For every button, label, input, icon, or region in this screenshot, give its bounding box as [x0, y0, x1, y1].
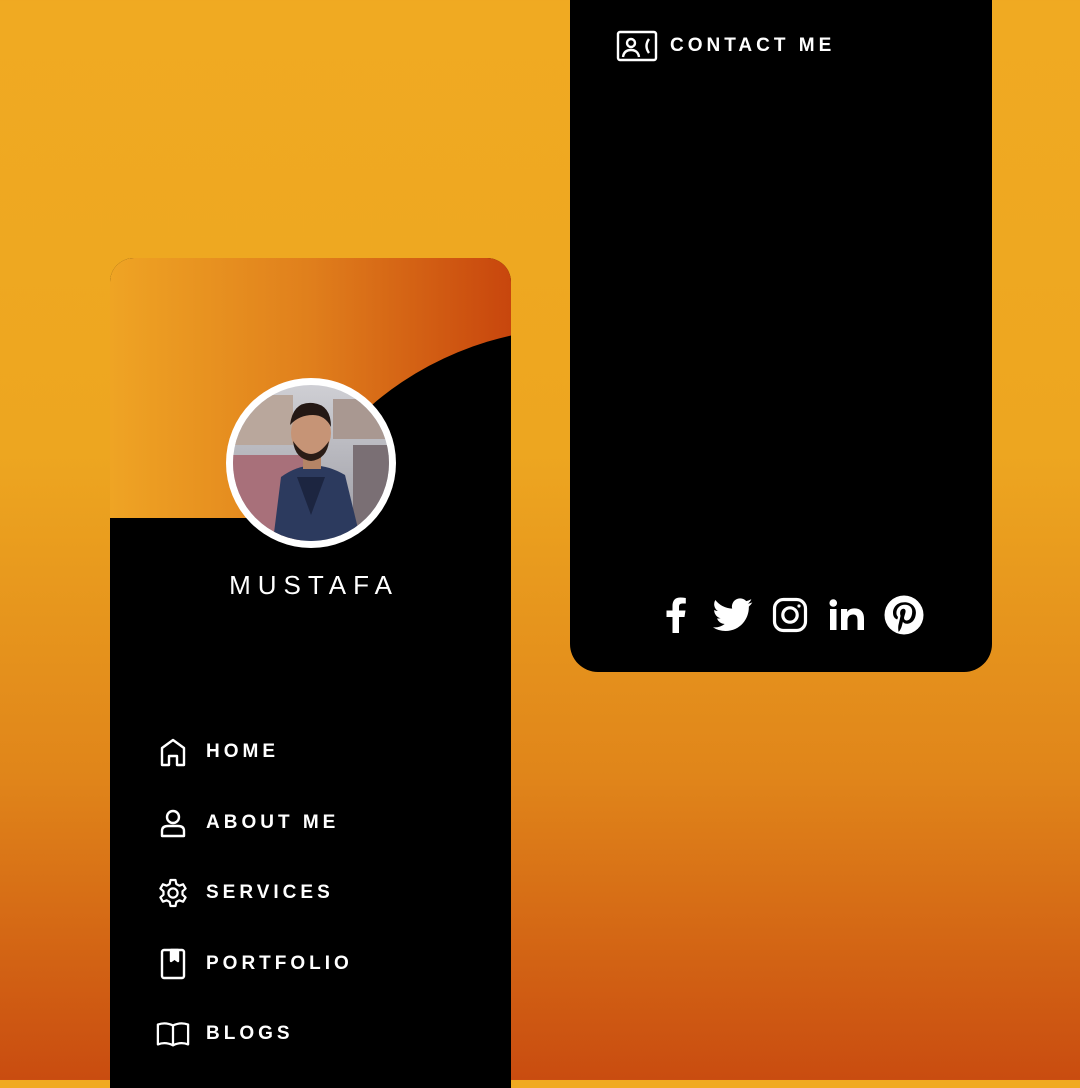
- book-icon: [156, 1017, 190, 1051]
- nav-label-contact-me: CONTACT ME: [670, 35, 836, 56]
- nav-label-blogs: BLOGS: [206, 1023, 294, 1044]
- avatar-photo: [233, 385, 389, 541]
- nav-item-contact-me[interactable]: CONTACT ME: [616, 28, 835, 64]
- linkedin-icon[interactable]: [827, 595, 867, 635]
- nav-item-blogs[interactable]: BLOGS: [156, 1016, 353, 1052]
- nav-label-services: SERVICES: [206, 882, 334, 903]
- nav-item-portfolio[interactable]: PORTFOLIO: [156, 946, 353, 982]
- nav-label-about-me: ABOUT ME: [206, 811, 340, 833]
- user-icon: [156, 806, 190, 840]
- contact-card-icon: [616, 28, 658, 64]
- nav-label-portfolio: PORTFOLIO: [206, 952, 353, 974]
- profile-name: MUSTAFA: [229, 570, 399, 600]
- nav-item-about-me[interactable]: ABOUT ME: [156, 805, 353, 841]
- gear-icon: [156, 876, 190, 910]
- nav-label-home: HOME: [206, 741, 279, 762]
- profile-nav-card: MUSTAFA HOME ABOUT ME SERVICES PORTFOLIO…: [110, 258, 511, 1088]
- instagram-icon[interactable]: [770, 595, 810, 635]
- nav-item-home[interactable]: HOME: [156, 734, 353, 770]
- social-links: [656, 595, 924, 635]
- pinterest-icon[interactable]: [884, 595, 924, 635]
- facebook-icon[interactable]: [656, 595, 696, 635]
- bookmark-icon: [156, 947, 190, 981]
- home-icon: [156, 735, 190, 769]
- nav-item-services[interactable]: SERVICES: [156, 875, 353, 911]
- avatar[interactable]: [226, 378, 396, 548]
- sidebar-nav: HOME ABOUT ME SERVICES PORTFOLIO BLOGS: [156, 734, 353, 1087]
- contact-social-card: CONTACT ME: [570, 0, 992, 672]
- twitter-icon[interactable]: [713, 595, 753, 635]
